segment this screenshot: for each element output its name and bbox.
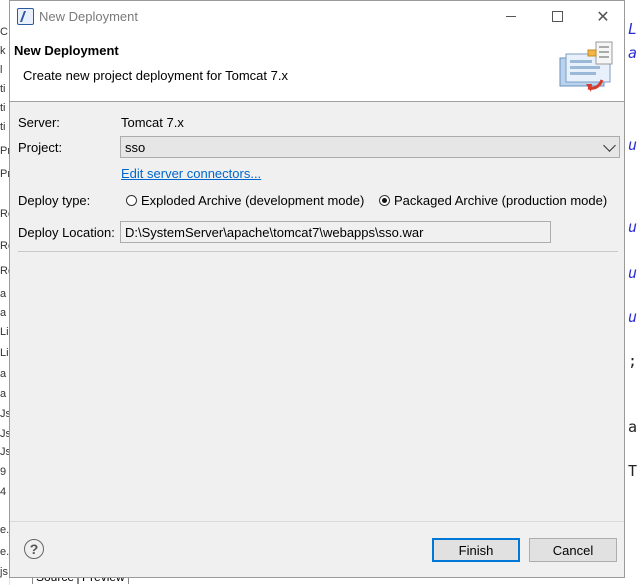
form-separator — [18, 251, 618, 252]
maximize-button[interactable] — [534, 1, 580, 32]
bg-right-text: a — [628, 418, 638, 436]
bg-left-text: js — [0, 566, 8, 578]
deploy-location-field[interactable] — [121, 222, 550, 242]
packaged-archive-label: Packaged Archive (production mode) — [394, 193, 608, 208]
project-label: Project: — [18, 140, 63, 155]
bg-left-text: ti — [0, 102, 6, 114]
bg-left-text: 9 — [0, 466, 7, 478]
deploy-type-label: Deploy type: — [18, 193, 91, 208]
header-title: New Deployment — [14, 43, 119, 58]
minimize-icon — [506, 16, 516, 17]
bg-right-text: u — [628, 308, 638, 326]
server-label: Server: — [18, 115, 60, 130]
minimize-button[interactable] — [488, 1, 534, 32]
title-bar[interactable]: New Deployment ✕ — [10, 1, 624, 32]
deploy-location-label: Deploy Location: — [18, 225, 115, 240]
bg-right-text: u — [628, 218, 638, 236]
server-value: Tomcat 7.x — [121, 115, 184, 130]
header-description: Create new project deployment for Tomcat… — [23, 68, 288, 83]
bg-left-text: a — [0, 368, 7, 380]
deploy-location-field-wrap — [120, 221, 551, 243]
deploy-wizard-icon — [559, 41, 613, 92]
exploded-archive-radio[interactable]: Exploded Archive (development mode) — [126, 193, 364, 208]
project-select[interactable]: sso — [120, 136, 620, 158]
radio-unchecked-icon — [126, 195, 137, 206]
bg-left-text: k — [0, 45, 6, 57]
packaged-archive-radio[interactable]: Packaged Archive (production mode) — [379, 193, 607, 208]
maximize-icon — [551, 11, 563, 22]
bg-left-text: 4 — [0, 486, 7, 498]
help-icon: ? — [29, 541, 39, 557]
new-deployment-dialog: New Deployment ✕ New Deployment Create n… — [9, 0, 625, 578]
bg-right-text: ; — [628, 352, 638, 370]
bg-left-text: l — [0, 64, 3, 76]
bg-left-text: a — [0, 307, 7, 319]
help-button[interactable]: ? — [24, 539, 44, 559]
project-select-value: sso — [125, 140, 146, 155]
exploded-archive-label: Exploded Archive (development mode) — [141, 193, 365, 208]
bg-left-text: Li — [0, 347, 9, 359]
bg-right-text: T — [628, 462, 638, 480]
background-editor-right: L a u u u u ; a T — [625, 0, 639, 585]
bg-right-text: u — [628, 264, 638, 282]
bg-left-text: ti — [0, 121, 6, 133]
finish-button[interactable]: Finish — [432, 538, 520, 562]
bg-left-text: ti — [0, 83, 6, 95]
close-button[interactable]: ✕ — [580, 1, 626, 32]
window-title: New Deployment — [39, 9, 138, 24]
close-icon: ✕ — [596, 8, 610, 26]
bg-left-text: a — [0, 388, 7, 400]
footer-separator — [10, 521, 624, 522]
cancel-button[interactable]: Cancel — [529, 538, 617, 562]
bg-left-text: a — [0, 288, 7, 300]
edit-server-connectors-link[interactable]: Edit server connectors... — [121, 166, 261, 181]
bg-right-text: L — [628, 20, 638, 38]
bg-left-text: C — [0, 26, 8, 38]
bg-left-text: Li — [0, 326, 9, 338]
radio-checked-icon — [379, 195, 390, 206]
bg-right-text: a — [628, 44, 638, 62]
bg-right-text: u — [628, 136, 638, 154]
wizard-header: New Deployment Create new project deploy… — [10, 32, 624, 102]
app-icon — [17, 8, 34, 25]
chevron-down-icon — [603, 139, 616, 152]
